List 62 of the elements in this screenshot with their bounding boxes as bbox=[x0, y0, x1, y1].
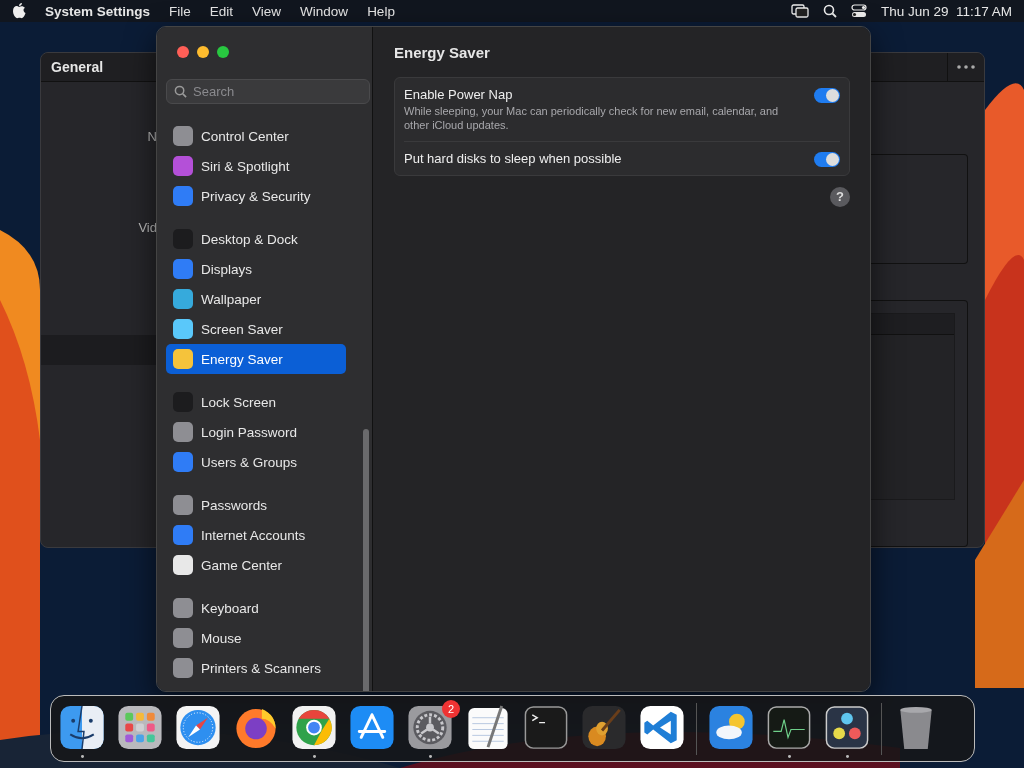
sidebar-item[interactable]: Mouse bbox=[166, 623, 346, 653]
pane-title: Energy Saver bbox=[394, 43, 490, 61]
help-button[interactable]: ? bbox=[830, 186, 850, 207]
zoom-button[interactable] bbox=[217, 46, 229, 58]
search-icon[interactable] bbox=[822, 4, 837, 18]
scrollbar[interactable] bbox=[363, 429, 369, 691]
menu-item[interactable]: Help bbox=[367, 3, 395, 19]
control-center-icon[interactable] bbox=[850, 4, 867, 18]
running-indicator bbox=[312, 754, 316, 758]
menu-item[interactable]: File bbox=[169, 3, 191, 19]
sidebar-item[interactable]: Energy Saver bbox=[166, 344, 346, 374]
menu-item[interactable]: Window bbox=[300, 3, 349, 19]
menu-item[interactable]: View bbox=[252, 3, 282, 19]
search-field[interactable]: Search bbox=[166, 79, 370, 104]
notification-badge: 2 bbox=[442, 699, 460, 718]
sidebar-item[interactable]: Keyboard bbox=[166, 593, 346, 623]
toggle-switch[interactable] bbox=[814, 88, 840, 103]
sidebar-item[interactable]: Siri & Spotlight bbox=[166, 151, 346, 181]
sidebar-item[interactable]: Login Password bbox=[166, 417, 346, 447]
gear-icon[interactable] bbox=[406, 703, 454, 751]
window-title: General bbox=[51, 59, 104, 75]
running-indicator bbox=[787, 754, 791, 758]
search-icon bbox=[174, 85, 187, 98]
setting-label: Vid bbox=[137, 220, 157, 235]
setting-label: Put hard disks to sleep when possible bbox=[404, 150, 623, 166]
apple-icon[interactable] bbox=[12, 3, 26, 19]
stick-letter-icon[interactable] bbox=[348, 703, 396, 751]
setting-label: Enable Power Nap bbox=[404, 87, 514, 102]
three-dots-icon[interactable] bbox=[823, 703, 871, 751]
minimize-button[interactable] bbox=[197, 46, 209, 58]
screen-mirror-icon[interactable] bbox=[790, 4, 809, 18]
running-indicator bbox=[845, 754, 849, 758]
close-button[interactable] bbox=[177, 46, 189, 58]
more-icon[interactable] bbox=[957, 65, 975, 69]
sidebar-item[interactable]: Printers & Scanners bbox=[166, 653, 346, 683]
app-menu[interactable]: System Settings bbox=[45, 3, 151, 19]
sidebar-item[interactable]: Privacy & Security bbox=[166, 181, 346, 211]
cloud-sun-icon[interactable] bbox=[707, 703, 755, 751]
sidebar-item[interactable]: Lock Screen bbox=[166, 387, 346, 417]
app-grid-icon[interactable] bbox=[116, 703, 164, 751]
sidebar-item[interactable]: Passwords bbox=[166, 490, 346, 520]
sidebar-item[interactable]: Internet Accounts bbox=[166, 520, 346, 550]
menu-item[interactable]: Edit bbox=[209, 3, 234, 19]
running-indicator bbox=[428, 754, 432, 758]
compass-icon[interactable] bbox=[174, 703, 222, 751]
smiley-face-icon[interactable] bbox=[58, 703, 106, 751]
terminal-icon[interactable] bbox=[522, 703, 570, 751]
sidebar-item[interactable]: Displays bbox=[166, 254, 346, 284]
setting-label: N bbox=[146, 129, 157, 144]
sidebar-item[interactable]: Control Center bbox=[166, 121, 346, 151]
ribbon-icon[interactable] bbox=[638, 703, 686, 751]
pulse-chart-icon[interactable] bbox=[765, 703, 813, 751]
sidebar-item[interactable]: Game Center bbox=[166, 550, 346, 580]
running-indicator bbox=[80, 754, 84, 758]
toggle-switch[interactable] bbox=[814, 151, 840, 167]
sidebar-item[interactable]: Screen Saver bbox=[166, 314, 346, 344]
setting-description: While sleeping, your Mac can periodically check for new email, calendar, and other iCloud updates. bbox=[404, 104, 780, 133]
sidebar-item[interactable]: Desktop & Dock bbox=[166, 224, 346, 254]
sidebar-item[interactable]: Users & Groups bbox=[166, 447, 346, 477]
guitar-icon[interactable] bbox=[580, 703, 628, 751]
clock[interactable]: Thu Jun 29 11:17 AM bbox=[880, 3, 1012, 19]
sidebar-item[interactable]: Wallpaper bbox=[166, 284, 346, 314]
